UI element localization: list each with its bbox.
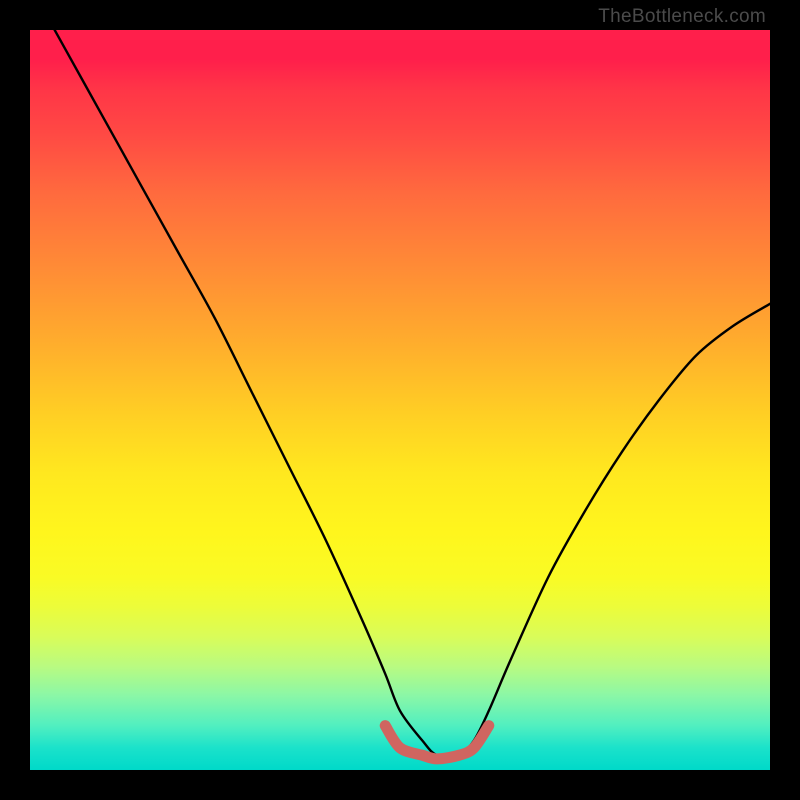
watermark-text: TheBottleneck.com	[598, 6, 766, 28]
plot-area	[30, 30, 770, 770]
curve-svg	[30, 30, 770, 770]
bottleneck-curve	[30, 30, 770, 757]
bottom-highlight-stroke	[385, 726, 489, 759]
chart-frame: TheBottleneck.com	[0, 0, 800, 800]
